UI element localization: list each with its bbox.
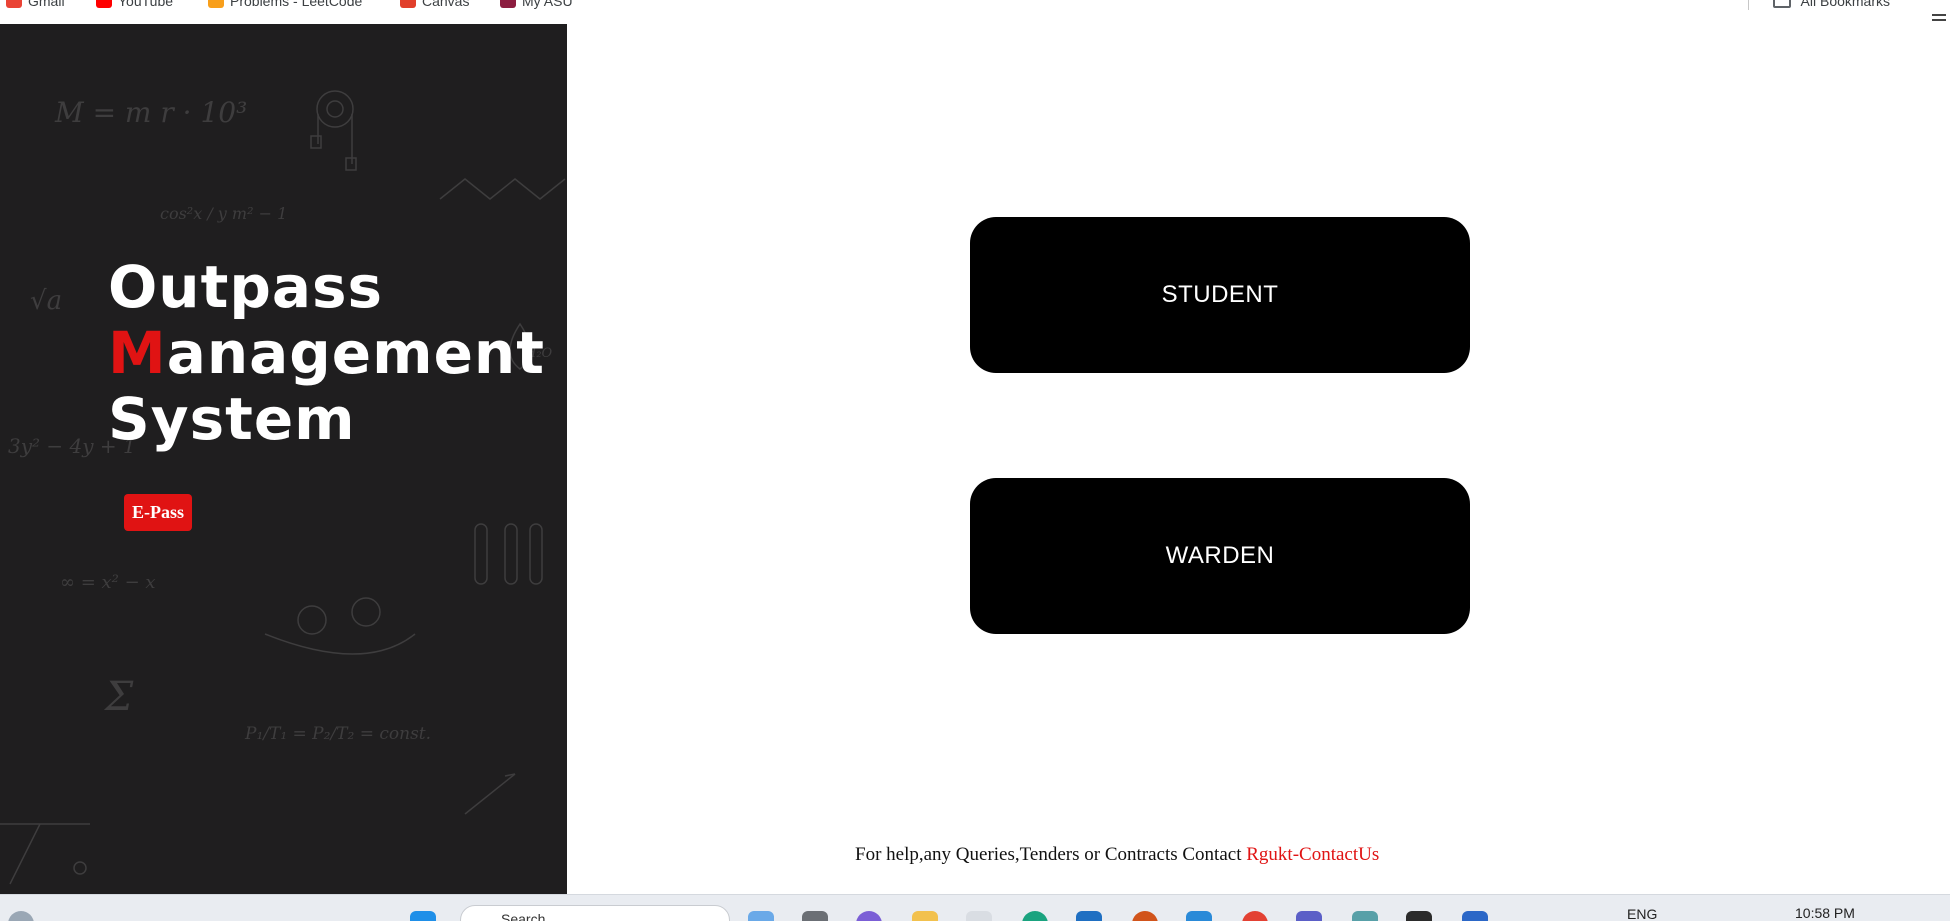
- title-accent-letter: M: [108, 319, 167, 387]
- app-title: Outpass Management System: [108, 254, 545, 452]
- title-line-1: Outpass: [108, 253, 384, 321]
- vscode-icon[interactable]: [1186, 911, 1212, 921]
- app-icon[interactable]: [1352, 911, 1378, 921]
- title-line-2: Management: [108, 320, 545, 386]
- bookmarks-bar: Gmail YouTube Problems - LeetCode Canvas…: [0, 0, 1950, 24]
- leetcode-icon: [208, 0, 224, 8]
- copilot-icon[interactable]: [748, 911, 774, 921]
- doodle-formula: √a: [30, 286, 63, 316]
- task-view-icon[interactable]: [802, 911, 828, 921]
- warden-button[interactable]: WARDEN: [970, 478, 1470, 634]
- bookmark-canvas[interactable]: Canvas: [400, 0, 469, 10]
- taskbar-search-input[interactable]: Search: [460, 905, 730, 921]
- windows-start-icon[interactable]: [410, 911, 436, 921]
- doodle-formula: P₁/T₁ = P₂/T₂ = const.: [245, 724, 432, 744]
- doodle-formula: Σ: [105, 674, 134, 720]
- taskbar: Search ENG 10:58 PM: [0, 894, 1950, 921]
- chrome-icon[interactable]: [1242, 911, 1268, 921]
- bookmark-label: Problems - LeetCode: [230, 0, 363, 9]
- bookmark-leetcode[interactable]: Problems - LeetCode: [208, 0, 362, 10]
- all-bookmarks-label: All Bookmarks: [1800, 0, 1890, 9]
- help-footer: For help,any Queries,Tenders or Contract…: [855, 844, 1379, 866]
- all-bookmarks[interactable]: All Bookmarks: [1747, 0, 1890, 10]
- gmail-icon: [6, 0, 22, 8]
- notepad-icon[interactable]: [966, 911, 992, 921]
- folder-icon: [1772, 0, 1791, 8]
- teams-chat-icon[interactable]: [856, 911, 882, 921]
- bookmark-label: Canvas: [422, 0, 470, 9]
- word-icon[interactable]: [1462, 911, 1488, 921]
- epass-badge: E-Pass: [124, 494, 193, 531]
- edge-icon[interactable]: [1022, 911, 1048, 921]
- bookmark-label: Gmail: [28, 0, 65, 9]
- youtube-icon: [96, 0, 112, 8]
- bookmark-label: My ASU: [522, 0, 573, 9]
- language-indicator[interactable]: ENG: [1627, 906, 1657, 921]
- store-icon[interactable]: [1076, 911, 1102, 921]
- hero-panel: M = m r · 10³ cos²x / y m² − 1 √a 3y² − …: [0, 24, 567, 894]
- student-button[interactable]: STUDENT: [970, 217, 1470, 373]
- bookmark-myasu[interactable]: My ASU: [500, 0, 573, 10]
- doodle-formula: M = m r · 10³: [55, 96, 248, 129]
- asu-icon: [500, 0, 516, 8]
- canvas-icon: [400, 0, 416, 8]
- title-line-3: System: [108, 385, 356, 453]
- footer-text: For help,any Queries,Tenders or Contract…: [855, 844, 1247, 865]
- title-line-2-rest: anagement: [166, 319, 545, 387]
- doodle-formula: cos²x / y m² − 1: [160, 204, 288, 223]
- doodle-background: [0, 90, 566, 885]
- divider: [1747, 0, 1749, 10]
- app-icon[interactable]: [1132, 911, 1158, 921]
- teams-icon[interactable]: [1296, 911, 1322, 921]
- terminal-icon[interactable]: [1406, 911, 1432, 921]
- bookmark-gmail[interactable]: Gmail: [6, 0, 65, 10]
- clock[interactable]: 10:58 PM: [1795, 905, 1855, 921]
- widgets-icon[interactable]: [8, 911, 34, 921]
- menu-icon[interactable]: [1932, 14, 1946, 24]
- bookmark-label: YouTube: [118, 0, 174, 9]
- doodle-formula: ∞ = x² − x: [60, 572, 156, 593]
- file-explorer-icon[interactable]: [912, 911, 938, 921]
- bookmark-youtube[interactable]: YouTube: [96, 0, 173, 10]
- contact-us-link[interactable]: Rgukt-ContactUs: [1246, 844, 1379, 865]
